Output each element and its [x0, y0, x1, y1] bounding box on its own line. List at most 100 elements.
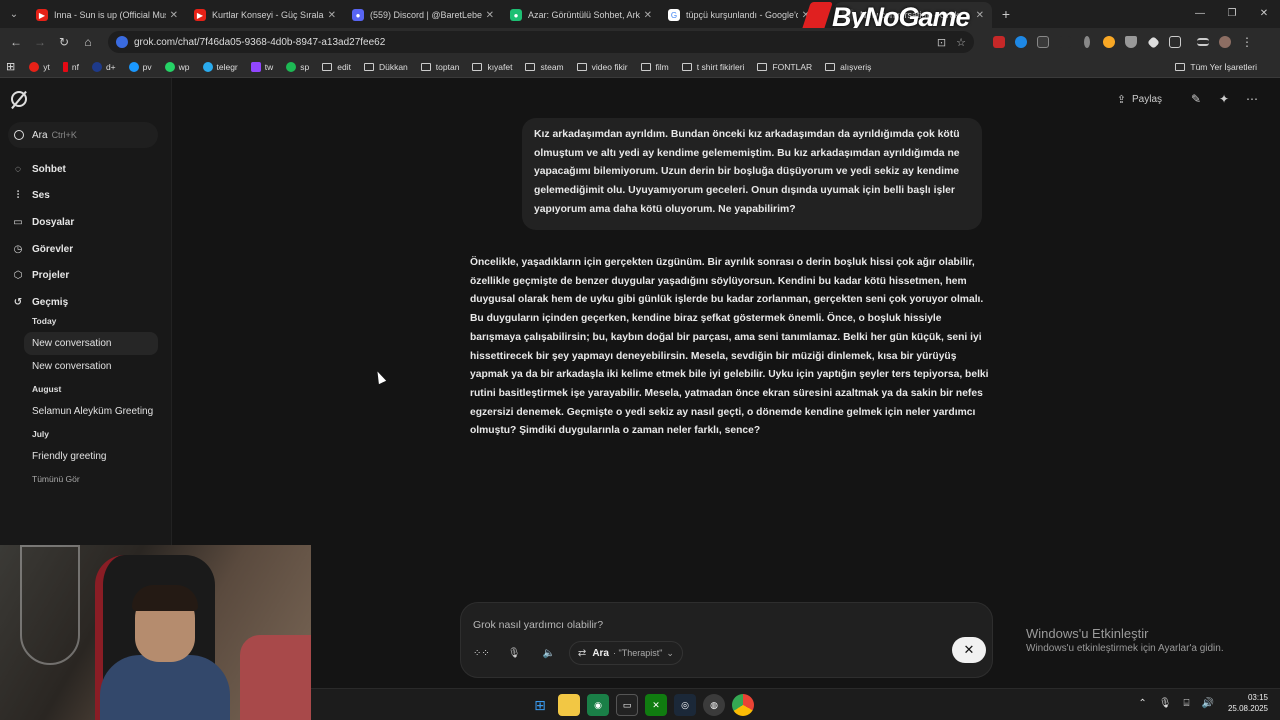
close-tab-icon[interactable]: ✕ [486, 10, 494, 21]
steam-icon[interactable]: ◎ [674, 694, 696, 716]
sidebar-item-dosyalar[interactable]: ▭ Dosyalar [12, 209, 162, 236]
tab-search-icon[interactable]: ⌄ [0, 0, 28, 28]
url-text: grok.com/chat/7f46da05-9368-4d0b-8947-a1… [134, 36, 386, 48]
history-item-selected[interactable]: New conversation [24, 332, 158, 355]
bookmark-item[interactable]: wp [164, 61, 190, 72]
extension-icon[interactable] [1054, 34, 1076, 50]
bookmark-folder[interactable]: Dükkan [363, 62, 408, 72]
sidebar-item-sohbet[interactable]: ◌ Sohbet [12, 156, 162, 183]
close-tab-icon[interactable]: ✕ [170, 10, 178, 21]
extension-icon[interactable] [1076, 34, 1098, 50]
apps-grid-icon[interactable]: ⊞ [6, 60, 15, 73]
alarm-clock-icon: ◷ [13, 243, 23, 255]
back-icon[interactable]: ← [4, 35, 28, 49]
edit-icon[interactable]: ✎ [1182, 92, 1210, 106]
tab-2[interactable]: ● (559) Discord | @BaretLeben ✕ [344, 2, 502, 28]
more-options-icon[interactable]: ⋯ [1238, 92, 1266, 106]
tab-3[interactable]: ● Azar: Görüntülü Sohbet, Arkad ✕ [502, 2, 660, 28]
system-tray: ⌃ 🎙 ⌸ 🔊 03:15 25.08.2025 [1126, 692, 1268, 714]
chevron-up-icon[interactable]: ⌃ [1138, 698, 1146, 709]
windows-start-icon[interactable]: ⊞ [529, 694, 551, 716]
extension-icon[interactable] [1032, 34, 1054, 50]
bookmark-folder[interactable]: steam [525, 62, 564, 72]
bookmark-item[interactable]: telegr [202, 61, 238, 72]
google-icon: G [668, 9, 680, 21]
all-bookmarks-folder[interactable]: Tüm Yer İşaretleri [1175, 62, 1257, 72]
bookmark-folder[interactable]: video fikir [576, 62, 628, 72]
sidebar-item-projeler[interactable]: ⬡ Projeler [12, 262, 162, 289]
home-icon[interactable]: ⌂ [76, 35, 100, 49]
bookmark-folder[interactable]: kıyafet [472, 62, 512, 72]
adblock-icon[interactable] [988, 34, 1010, 50]
url-bar[interactable]: grok.com/chat/7f46da05-9368-4d0b-8947-a1… [108, 31, 974, 53]
bookmark-item[interactable]: yt [29, 61, 50, 72]
maximize-icon[interactable]: ❐ [1216, 0, 1248, 28]
volume-icon[interactable]: 🔊 [1202, 698, 1214, 709]
history-group-label: August [32, 384, 62, 394]
site-info-icon[interactable] [116, 36, 128, 48]
bookmark-item[interactable]: sp [286, 61, 309, 72]
bookmark-star-icon[interactable]: ☆ [956, 36, 966, 49]
puzzle-icon[interactable] [1164, 34, 1186, 50]
composer-input[interactable]: Grok nasıl yardımcı olabilir? [473, 619, 603, 631]
chevron-down-icon: ⌄ [666, 647, 674, 658]
close-tab-icon[interactable]: ✕ [976, 10, 984, 21]
forward-icon[interactable]: → [28, 35, 52, 49]
file-explorer-icon[interactable] [558, 694, 580, 716]
extension-icon[interactable] [1098, 34, 1120, 50]
terminal-icon[interactable]: ▭ [616, 694, 638, 716]
extension-icon[interactable] [1010, 34, 1032, 50]
history-item[interactable]: New conversation [24, 355, 158, 378]
sidebar-nav: ◌ Sohbet ⫶ Ses ▭ Dosyalar ◷ Görevler ⬡ Projel… [12, 156, 162, 316]
clock[interactable]: 03:15 25.08.2025 [1228, 692, 1268, 714]
bookmark-item[interactable]: nf [62, 61, 79, 72]
speaker-icon[interactable]: 🔈 [534, 641, 562, 665]
history-item[interactable]: Friendly greeting [24, 445, 158, 468]
microphone-icon[interactable]: 🎙 [1159, 698, 1172, 709]
pin-icon[interactable]: ✦ [1210, 92, 1238, 106]
bookmark-item[interactable]: pv [128, 61, 152, 72]
extension-icon[interactable] [1142, 34, 1164, 50]
grok-logo-icon[interactable] [11, 91, 27, 107]
browser-tab-bar: ⌄ ▶ Inna - Sun is up (Official Music ✕ ▶ Ku… [0, 0, 1280, 28]
bookmark-folder[interactable]: t shirt fikirleri [681, 62, 744, 72]
shield-icon[interactable] [1120, 34, 1142, 50]
bookmark-item[interactable]: d+ [91, 61, 116, 72]
install-app-icon[interactable]: ⊡ [937, 36, 946, 49]
sidebar-item-gorevler[interactable]: ◷ Görevler [12, 236, 162, 263]
close-voice-button[interactable]: ✕ [952, 637, 986, 663]
network-icon[interactable]: ⌸ [1184, 698, 1190, 709]
reload-icon[interactable]: ↻ [52, 35, 76, 49]
history-item[interactable]: Selamun Aleyküm Greeting [24, 400, 158, 423]
app-icon[interactable]: ◉ [587, 694, 609, 716]
microphone-icon[interactable]: 🎙 [500, 641, 529, 665]
mode-selector[interactable]: ⇄ Ara · "Therapist" ⌄ [568, 641, 683, 665]
profile-avatar-icon[interactable] [1214, 34, 1236, 50]
voice-waveform-icon[interactable]: ⁘⁘ [469, 641, 494, 665]
see-all-link[interactable]: Tümünü Gör [24, 468, 158, 490]
menu-dots-icon[interactable]: ⋮ [1236, 34, 1258, 50]
chat-bubble-icon: ◌ [15, 163, 21, 175]
bookmark-folder[interactable]: alışveriş [825, 62, 871, 72]
xbox-icon[interactable]: ✕ [645, 694, 667, 716]
close-tab-icon[interactable]: ✕ [644, 10, 652, 21]
sidebar-search[interactable]: Ara Ctrl+K [8, 122, 158, 148]
chrome-icon[interactable] [732, 694, 754, 716]
bookmark-folder[interactable]: toptan [420, 62, 459, 72]
close-tab-icon[interactable]: ✕ [328, 10, 336, 21]
bookmark-folder[interactable]: edit [322, 62, 351, 72]
sidebar-item-ses[interactable]: ⫶ Ses [12, 183, 162, 210]
media-control-icon[interactable] [1192, 34, 1214, 50]
tab-1[interactable]: ▶Kurtlar Konseyi - Güç Sıralaması✕ [186, 2, 344, 28]
minimize-icon[interactable]: — [1184, 0, 1216, 28]
tab-0[interactable]: ▶ Inna - Sun is up (Official Music ✕ [28, 2, 186, 28]
bookmark-folder[interactable]: FONTLAR [757, 62, 812, 72]
app-icon[interactable]: ◍ [703, 694, 725, 716]
new-tab-icon[interactable]: + [992, 6, 1020, 22]
bookmark-item[interactable]: tw [250, 61, 273, 72]
tab-4[interactable]: Gtüpçü kurşunlandı - Google'da✕ [660, 2, 818, 28]
close-window-icon[interactable]: ✕ [1248, 0, 1280, 28]
share-button[interactable]: ⇪ Paylaş [1117, 93, 1162, 106]
bookmark-folder[interactable]: film [640, 62, 669, 72]
search-icon [14, 130, 24, 140]
